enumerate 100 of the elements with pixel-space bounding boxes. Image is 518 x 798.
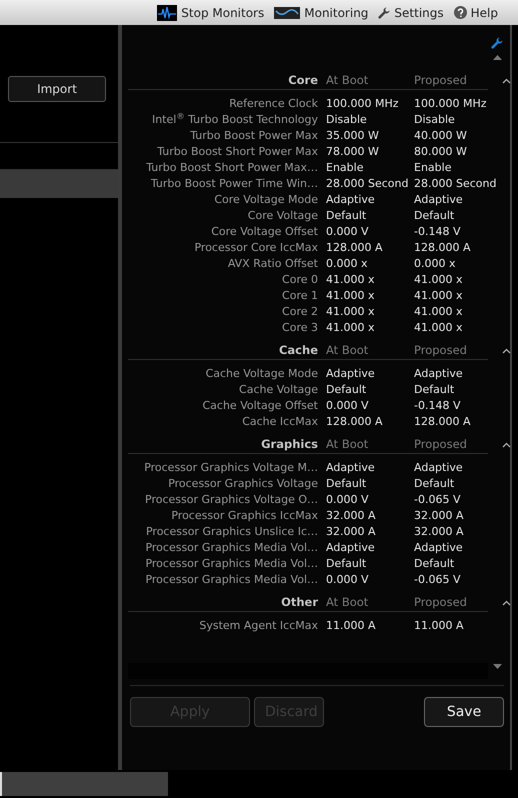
proposed-value: Default	[414, 556, 456, 572]
column-header: Proposed	[414, 72, 468, 89]
proposed-value: -0.148 V	[414, 224, 462, 240]
setting-label: Processor Graphics IccMax	[170, 508, 318, 524]
proposed-value: 11.000 A	[414, 618, 465, 634]
import-button[interactable]: Import	[8, 76, 106, 102]
at-boot-value: 0.000 V	[326, 398, 370, 414]
setting-label: Processor Graphics Voltage M…	[143, 460, 318, 476]
setting-label: Core Voltage Mode	[213, 192, 318, 208]
at-boot-value: 32.000 A	[326, 524, 377, 540]
column-header: Proposed	[414, 594, 468, 611]
at-boot-value: 128.000 A	[326, 240, 384, 256]
proposed-value: Adaptive	[414, 460, 464, 476]
at-boot-value: Adaptive	[326, 460, 376, 476]
setting-label: Turbo Boost Power Time Win…	[150, 176, 318, 192]
at-boot-value: 78.000 W	[326, 144, 380, 160]
setting-label: Reference Clock	[228, 96, 318, 112]
collapse-icon[interactable]	[502, 600, 511, 606]
proposed-value: 100.000 MHz	[414, 96, 488, 112]
collapse-icon[interactable]	[502, 78, 511, 84]
setting-label: Core 1	[281, 288, 318, 304]
proposed-value: Adaptive	[414, 366, 464, 382]
monitor-icon[interactable]	[274, 6, 300, 18]
at-boot-value: 0.000 V	[326, 572, 370, 588]
proposed-value: 32.000 A	[414, 524, 465, 540]
at-boot-value: 41.000 x	[326, 304, 376, 320]
proposed-value: Adaptive	[414, 540, 464, 556]
proposed-value: -0.065 V	[414, 492, 462, 508]
at-boot-value: Default	[326, 476, 368, 492]
setting-label: Turbo Boost Power Max	[189, 128, 318, 144]
collapse-icon[interactable]	[502, 442, 511, 448]
at-boot-value: 0.000 V	[326, 492, 370, 508]
at-boot-value: Adaptive	[326, 192, 376, 208]
proposed-value: 41.000 x	[414, 288, 464, 304]
column-header: Proposed	[414, 436, 468, 453]
scroll-down-icon[interactable]	[492, 664, 502, 669]
at-boot-value: Default	[326, 208, 368, 224]
proposed-value: -0.065 V	[414, 572, 462, 588]
proposed-value: Default	[414, 476, 456, 492]
at-boot-value: 128.000 A	[326, 414, 384, 430]
proposed-value: 41.000 x	[414, 304, 464, 320]
setting-label: Core 2	[281, 304, 318, 320]
setting-label: Processor Graphics Media Vol…	[144, 572, 318, 588]
setting-label: Cache Voltage Offset	[201, 398, 318, 414]
toolbar-link[interactable]: Monitoring	[304, 4, 368, 22]
help-icon[interactable]	[454, 6, 467, 19]
at-boot-value: 0.000 x	[326, 256, 368, 272]
setting-label: System Agent IccMax	[198, 618, 318, 634]
setting-label: Cache Voltage Mode	[204, 366, 318, 382]
proposed-value: Default	[414, 208, 456, 224]
setting-label: Processor Graphics Voltage O…	[144, 492, 318, 508]
proposed-value: 41.000 x	[414, 320, 464, 336]
setting-label: Core Voltage	[246, 208, 318, 224]
at-boot-value: Adaptive	[326, 540, 376, 556]
section-title: Core	[287, 72, 318, 89]
proposed-value: Disable	[414, 112, 456, 128]
settings-icon[interactable]	[378, 6, 390, 18]
at-boot-value: Default	[326, 556, 368, 572]
setting-label: Processor Graphics Unslice Ic…	[144, 524, 318, 540]
setting-label: Processor Graphics Voltage	[167, 476, 318, 492]
help-link[interactable]: Help	[470, 4, 498, 22]
section-title: Other	[280, 594, 318, 611]
column-header: At Boot	[326, 594, 370, 611]
proposed-value: 40.000 W	[414, 128, 468, 144]
at-boot-value: 41.000 x	[326, 272, 376, 288]
column-header: At Boot	[326, 436, 370, 453]
setting-label: Core 3	[281, 320, 318, 336]
section-title: Cache	[278, 342, 318, 359]
setting-label: Core Voltage Offset	[210, 224, 318, 240]
scroll-up-icon[interactable]	[492, 55, 502, 60]
at-boot-value: Enable	[326, 160, 364, 176]
collapse-icon[interactable]	[502, 348, 511, 354]
at-boot-value: Disable	[326, 112, 368, 128]
column-header: At Boot	[326, 72, 370, 89]
action-button[interactable]: Save	[424, 697, 504, 727]
setting-label: Processor Core IccMax	[193, 240, 318, 256]
proposed-value: -0.148 V	[414, 398, 462, 414]
at-boot-value: Adaptive	[326, 366, 376, 382]
section-title: Graphics	[260, 436, 318, 453]
wave-icon[interactable]	[157, 4, 178, 20]
setting-label: Turbo Boost Short Power Max	[156, 144, 318, 160]
wrench-icon[interactable]	[491, 37, 503, 49]
proposed-value: 80.000 W	[414, 144, 468, 160]
toolbar-link[interactable]: Settings	[394, 4, 444, 22]
column-header: At Boot	[326, 342, 370, 359]
setting-label: Processor Graphics Media Vol…	[144, 540, 318, 556]
proposed-value: 128.000 A	[414, 414, 472, 430]
setting-label: Cache Voltage	[238, 382, 318, 398]
setting-label: Intel$^{®}$ Turbo Boost Technology	[150, 112, 318, 128]
proposed-value: 41.000 x	[414, 272, 464, 288]
at-boot-value: 0.000 V	[326, 224, 370, 240]
at-boot-value: Default	[326, 382, 368, 398]
setting-label: Core 0	[281, 272, 318, 288]
at-boot-value: 28.000 Second	[326, 176, 406, 192]
setting-label: Turbo Boost Short Power Max…	[145, 160, 318, 176]
at-boot-value: 35.000 W	[326, 128, 380, 144]
proposed-value: 0.000 x	[414, 256, 456, 272]
setting-label: Processor Graphics Media Vol…	[144, 556, 318, 572]
proposed-value: Adaptive	[414, 192, 464, 208]
toolbar-link[interactable]: Stop Monitors	[181, 4, 264, 22]
